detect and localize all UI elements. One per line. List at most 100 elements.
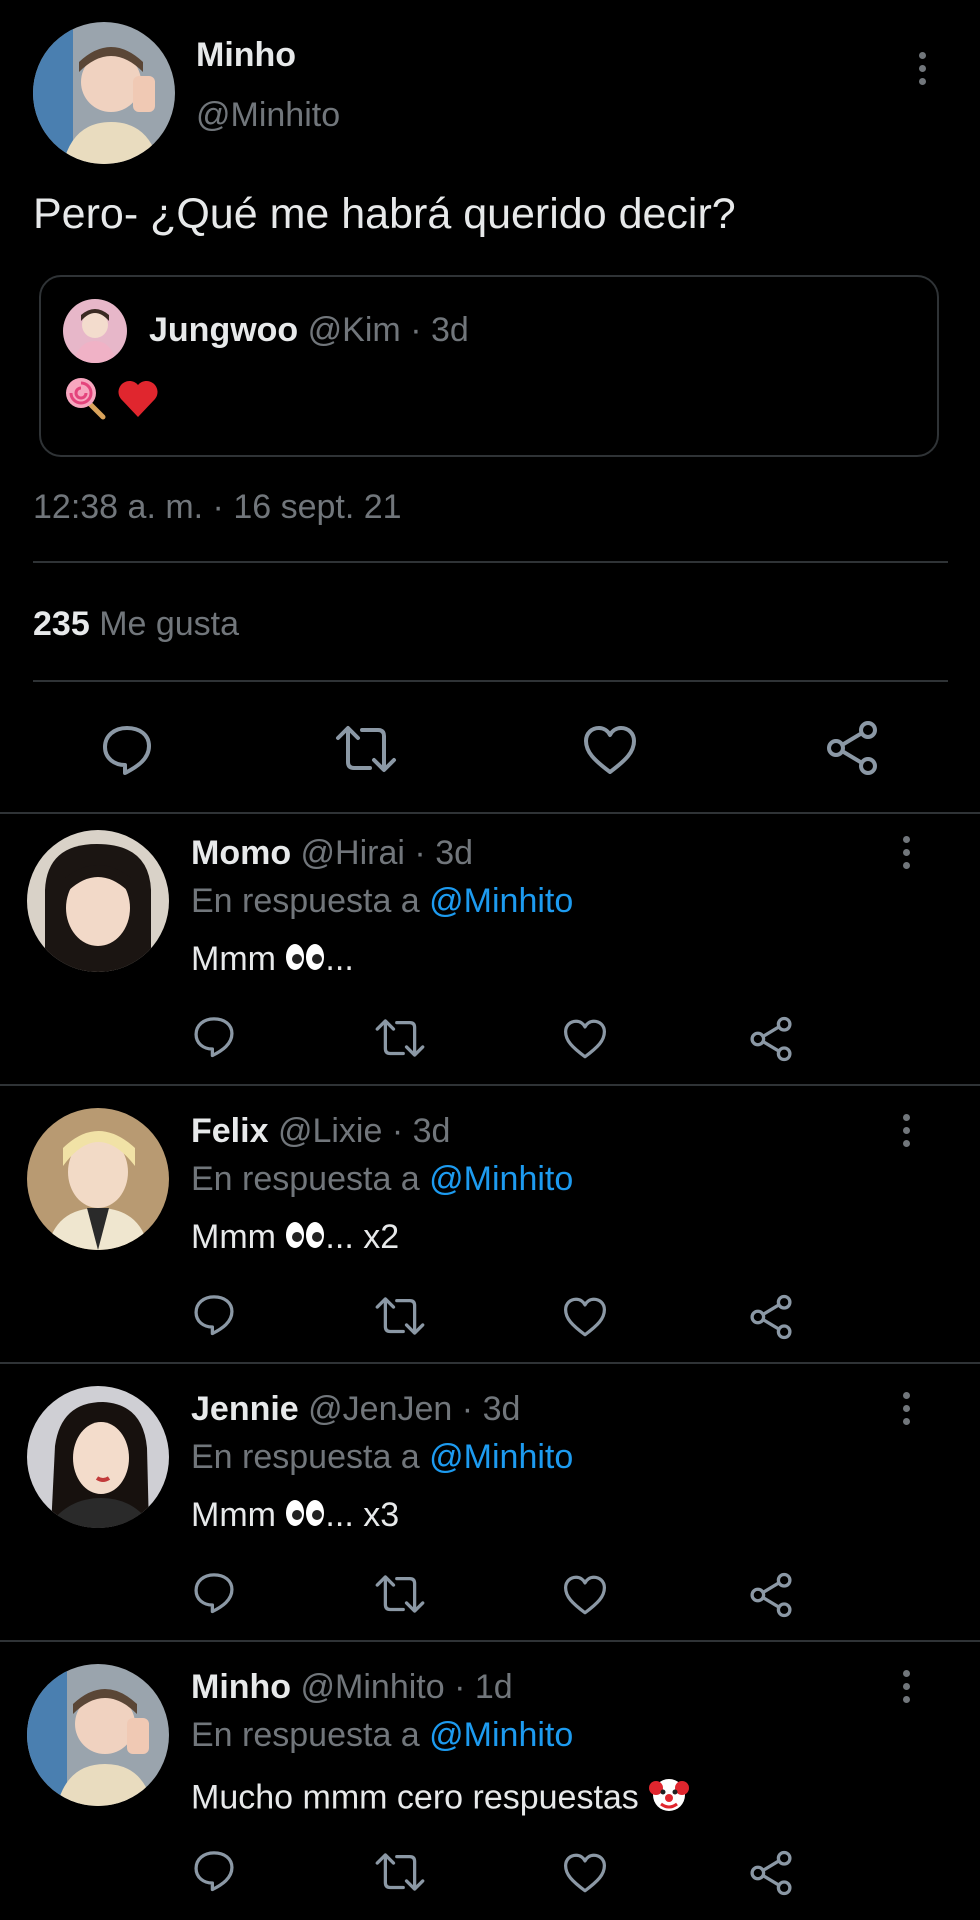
separator: · xyxy=(414,834,426,872)
more-options-icon[interactable] xyxy=(903,1670,910,1709)
heart-icon xyxy=(115,375,161,426)
reply-text: Mmm ... xyxy=(191,940,354,981)
quote-time: 3d xyxy=(430,311,469,349)
author-handle[interactable]: @Minhito xyxy=(196,96,340,135)
reply-text: Mucho mmm cero respuestas xyxy=(191,1774,690,1825)
lollipop-icon xyxy=(63,375,109,426)
like-icon[interactable] xyxy=(582,724,638,776)
like-icon[interactable] xyxy=(562,1852,608,1894)
reply-text-tail: ... x2 xyxy=(325,1218,400,1256)
share-icon[interactable] xyxy=(748,1294,794,1340)
share-icon[interactable] xyxy=(824,720,880,776)
mention-link[interactable]: @Minhito xyxy=(429,882,573,920)
reply-prefix: En respuesta a xyxy=(191,1160,420,1198)
reply-text-main: Mmm xyxy=(191,1496,276,1534)
quote-author-handle: @Kim xyxy=(307,311,401,349)
more-options-icon[interactable] xyxy=(919,52,926,91)
clown-icon xyxy=(648,1774,690,1825)
more-options-icon[interactable] xyxy=(903,1392,910,1431)
more-options-icon[interactable] xyxy=(903,1114,910,1153)
tweet-text: Pero- ¿Qué me habrá querido decir? xyxy=(33,190,736,238)
reply-author-name[interactable]: Minho xyxy=(191,1668,291,1706)
share-icon[interactable] xyxy=(748,1016,794,1062)
reply-context: En respuesta a @Minhito xyxy=(191,1438,573,1477)
mention-link[interactable]: @Minhito xyxy=(429,1438,573,1476)
reply-prefix: En respuesta a xyxy=(191,1716,420,1754)
quote-author-name: Jungwoo xyxy=(149,311,299,349)
reply-context: En respuesta a @Minhito xyxy=(191,882,573,921)
reply-text-main: Mmm xyxy=(191,940,276,978)
reply-context: En respuesta a @Minhito xyxy=(191,1716,573,1755)
reply-time: 1d xyxy=(474,1668,513,1706)
mention-link[interactable]: @Minhito xyxy=(429,1160,573,1198)
reply-header: Momo @Hirai · 3d xyxy=(191,834,473,873)
avatar[interactable] xyxy=(27,1664,169,1806)
reply-header: Minho @Minhito · 1d xyxy=(191,1668,513,1707)
reply-author-name[interactable]: Jennie xyxy=(191,1390,299,1428)
separator: · xyxy=(410,311,422,349)
eyes-icon xyxy=(285,1220,325,1259)
reply-icon[interactable] xyxy=(192,1848,236,1892)
reply-icon[interactable] xyxy=(192,1570,236,1614)
more-options-icon[interactable] xyxy=(903,836,910,875)
divider xyxy=(33,680,948,682)
reply-icon[interactable] xyxy=(192,1292,236,1336)
likes-count: 235 xyxy=(33,605,90,643)
share-icon[interactable] xyxy=(748,1850,794,1896)
reply-text: Mmm ... x3 xyxy=(191,1496,399,1537)
separator: · xyxy=(454,1668,466,1706)
reply-text-tail: ... xyxy=(325,940,354,978)
retweet-icon[interactable] xyxy=(374,1294,426,1338)
quote-emojis xyxy=(63,375,161,426)
retweet-icon[interactable] xyxy=(334,722,398,776)
reply-icon[interactable] xyxy=(192,1014,236,1058)
likes-label: Me gusta xyxy=(99,605,240,643)
reply-prefix: En respuesta a xyxy=(191,882,420,920)
quote-card[interactable]: Jungwoo @Kim · 3d xyxy=(39,275,939,457)
avatar[interactable] xyxy=(27,830,169,972)
like-icon[interactable] xyxy=(562,1296,608,1338)
retweet-icon[interactable] xyxy=(374,1572,426,1616)
avatar[interactable] xyxy=(33,22,175,164)
mention-link[interactable]: @Minhito xyxy=(429,1716,573,1754)
reply-author-handle[interactable]: @JenJen xyxy=(308,1390,452,1428)
retweet-icon[interactable] xyxy=(374,1016,426,1060)
author-name[interactable]: Minho xyxy=(196,36,296,75)
reply-author-name[interactable]: Momo xyxy=(191,834,291,872)
divider xyxy=(33,561,948,563)
divider xyxy=(0,1362,980,1364)
avatar[interactable] xyxy=(27,1108,169,1250)
share-icon[interactable] xyxy=(748,1572,794,1618)
reply-text-main: Mmm xyxy=(191,1218,276,1256)
reply-context: En respuesta a @Minhito xyxy=(191,1160,573,1199)
avatar[interactable] xyxy=(63,299,127,363)
eyes-icon xyxy=(285,942,325,981)
reply-icon[interactable] xyxy=(100,722,154,776)
like-icon[interactable] xyxy=(562,1018,608,1060)
divider xyxy=(0,1084,980,1086)
reply-author-handle[interactable]: @Minhito xyxy=(301,1668,445,1706)
reply-header: Felix @Lixie · 3d xyxy=(191,1112,450,1151)
tweet-timestamp: 12:38 a. m. · 16 sept. 21 xyxy=(33,488,402,526)
reply-text-tail: ... x3 xyxy=(325,1496,400,1534)
reply-time: 3d xyxy=(435,834,474,872)
reply-time: 3d xyxy=(482,1390,521,1428)
eyes-icon xyxy=(285,1498,325,1537)
likes-stat[interactable]: 235 Me gusta xyxy=(33,605,239,644)
reply-text-main: Mucho mmm cero respuestas xyxy=(191,1778,639,1817)
reply-author-handle[interactable]: @Hirai xyxy=(301,834,405,872)
reply-header: Jennie @JenJen · 3d xyxy=(191,1390,520,1429)
reply-author-name[interactable]: Felix xyxy=(191,1112,268,1150)
reply-author-handle[interactable]: @Lixie xyxy=(278,1112,382,1150)
divider xyxy=(0,812,980,814)
reply-prefix: En respuesta a xyxy=(191,1438,420,1476)
reply-text: Mmm ... x2 xyxy=(191,1218,399,1259)
like-icon[interactable] xyxy=(562,1574,608,1616)
quote-header: Jungwoo @Kim · 3d xyxy=(149,311,469,350)
avatar[interactable] xyxy=(27,1386,169,1528)
retweet-icon[interactable] xyxy=(374,1850,426,1894)
separator: · xyxy=(391,1112,404,1150)
divider xyxy=(0,1640,980,1642)
separator: · xyxy=(461,1390,474,1428)
reply-time: 3d xyxy=(412,1112,451,1150)
